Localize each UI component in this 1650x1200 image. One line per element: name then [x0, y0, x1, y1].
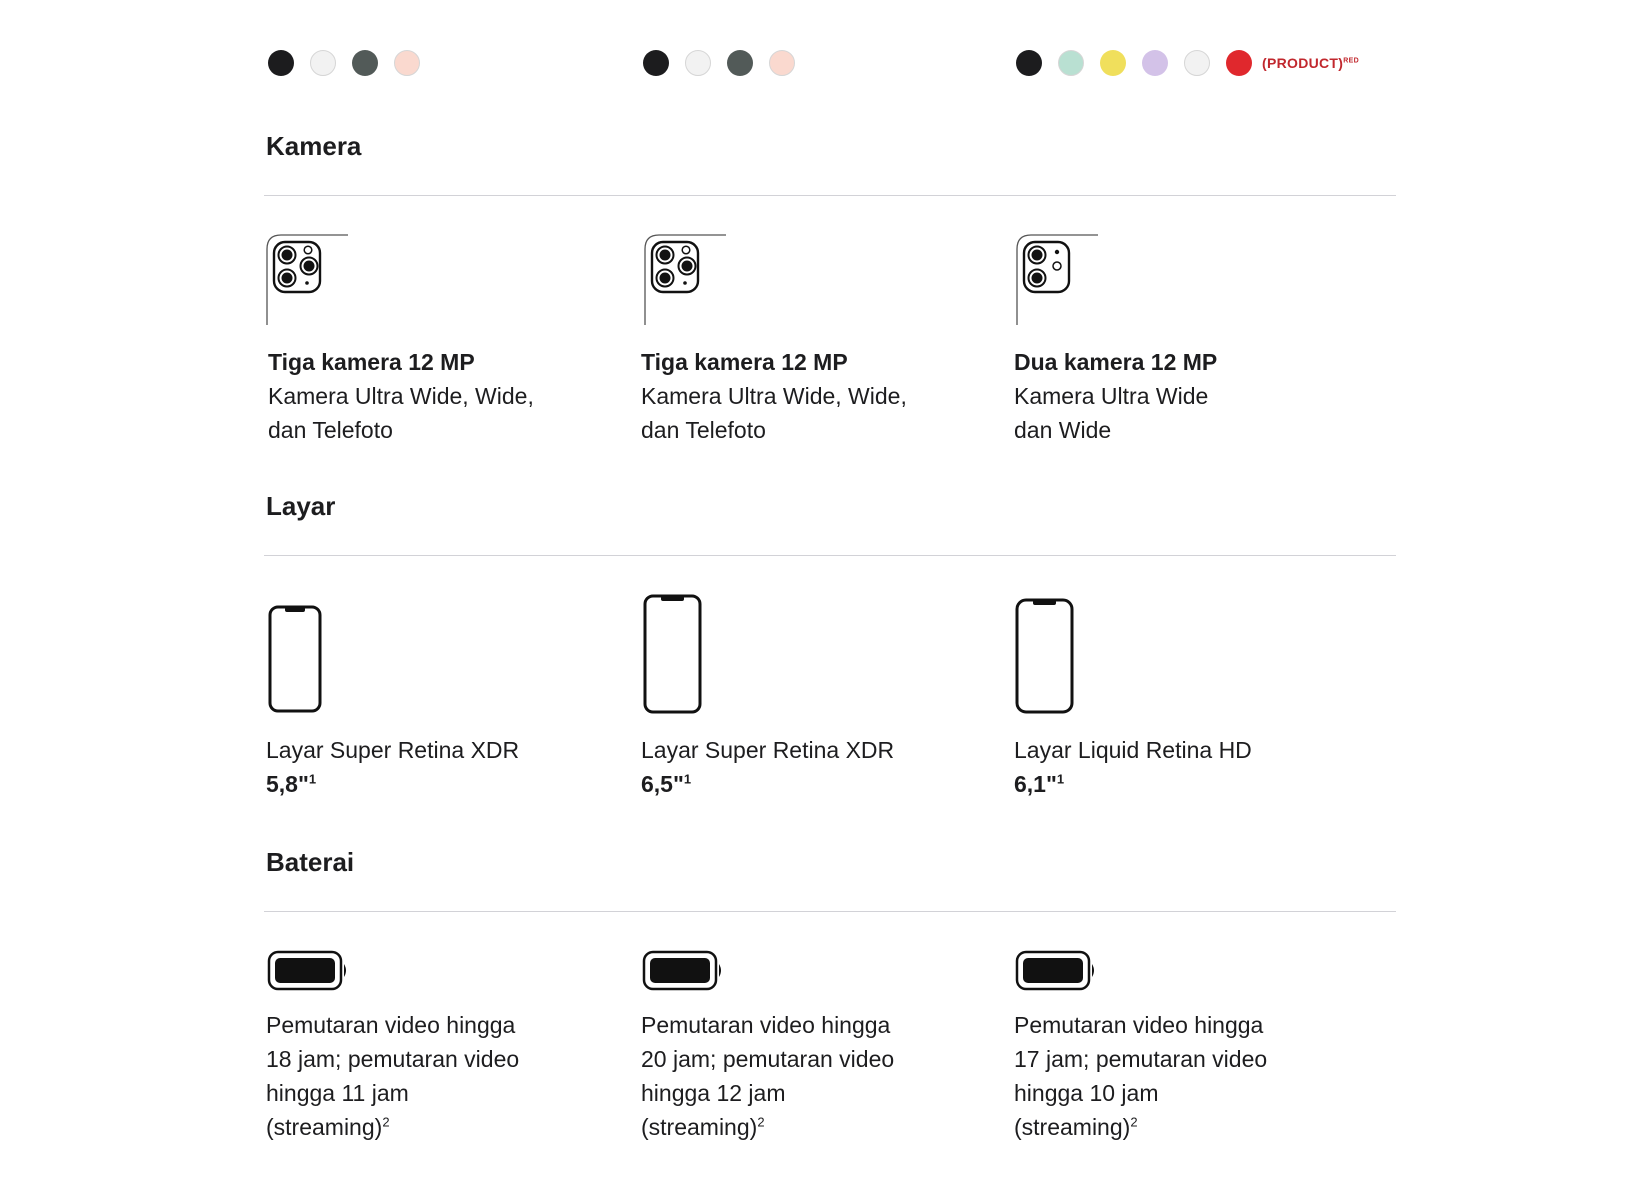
section-divider: [264, 555, 1396, 556]
battery-spec-line: hingga 12 jam: [641, 1080, 786, 1106]
battery-spec-line: (streaming): [641, 1114, 758, 1140]
footnote-ref[interactable]: 1: [684, 771, 691, 786]
battery-spec-line: (streaming): [266, 1114, 383, 1140]
battery-spec-line: Pemutaran video hingga: [266, 1012, 516, 1038]
battery-spec-line: 17 jam; pemutaran video: [1014, 1046, 1268, 1072]
display-spec-model-3: Layar Liquid Retina HD 6,1"1: [1014, 733, 1252, 801]
battery-spec-model-1: Pemutaran video hingga 18 jam; pemutaran…: [266, 1008, 519, 1144]
camera-spec-title: Dua kamera 12 MP: [1014, 349, 1218, 375]
display-size: 6,1": [1014, 771, 1057, 797]
camera-spec-model-3: Dua kamera 12 MP Kamera Ultra Wide dan W…: [1014, 345, 1217, 447]
display-size: 5,8": [266, 771, 309, 797]
display-name: Layar Super Retina XDR: [641, 737, 895, 763]
product-red-logo: (PRODUCT)RED: [1262, 55, 1359, 71]
color-swatch[interactable]: [310, 50, 336, 76]
display-name: Layar Super Retina XDR: [266, 737, 520, 763]
color-swatch[interactable]: [1142, 50, 1168, 76]
display-size: 6,5": [641, 771, 684, 797]
section-divider: [264, 911, 1396, 912]
color-swatch[interactable]: [685, 50, 711, 76]
camera-spec-desc: Kamera Ultra Wide: [1014, 383, 1209, 409]
phone-display-icon: [268, 605, 324, 720]
footnote-ref[interactable]: 2: [382, 1114, 389, 1129]
color-swatches-model-2: [643, 50, 811, 76]
section-divider: [264, 195, 1396, 196]
camera-spec-title: Tiga kamera 12 MP: [268, 349, 475, 375]
triple-camera-icon: [266, 233, 356, 330]
camera-spec-desc: Kamera Ultra Wide, Wide,: [268, 383, 534, 409]
product-red-sup: RED: [1343, 57, 1359, 65]
color-swatch[interactable]: [769, 50, 795, 76]
battery-spec-line: (streaming): [1014, 1114, 1131, 1140]
footnote-ref[interactable]: 2: [1130, 1114, 1137, 1129]
battery-spec-line: Pemutaran video hingga: [641, 1012, 891, 1038]
color-swatch[interactable]: [268, 50, 294, 76]
display-name: Layar Liquid Retina HD: [1014, 737, 1252, 763]
phone-display-icon: [643, 594, 703, 721]
phone-display-icon: [1015, 597, 1075, 720]
display-spec-model-2: Layar Super Retina XDR 6,5"1: [641, 733, 894, 801]
battery-spec-line: Pemutaran video hingga: [1014, 1012, 1264, 1038]
color-swatch[interactable]: [1100, 50, 1126, 76]
camera-spec-desc: dan Wide: [1014, 417, 1112, 443]
color-swatch[interactable]: [1184, 50, 1210, 76]
color-swatch[interactable]: [1016, 50, 1042, 76]
battery-icon: [1015, 950, 1097, 997]
comparison-page: (PRODUCT)RED Kamera Tiga kamera 12 MP Ka…: [0, 0, 1650, 1200]
battery-spec-line: 20 jam; pemutaran video: [641, 1046, 895, 1072]
battery-spec-line: hingga 11 jam: [266, 1080, 409, 1106]
camera-spec-model-1: Tiga kamera 12 MP Kamera Ultra Wide, Wid…: [268, 345, 534, 447]
camera-spec-desc: dan Telefoto: [268, 417, 393, 443]
camera-spec-desc: Kamera Ultra Wide, Wide,: [641, 383, 907, 409]
camera-spec-title: Tiga kamera 12 MP: [641, 349, 848, 375]
footnote-ref[interactable]: 2: [757, 1114, 764, 1129]
battery-icon: [267, 950, 349, 997]
color-swatch[interactable]: [727, 50, 753, 76]
dual-camera-icon: [1016, 233, 1106, 330]
color-swatch[interactable]: [1058, 50, 1084, 76]
color-swatch[interactable]: [1226, 50, 1252, 76]
footnote-ref[interactable]: 1: [309, 771, 316, 786]
section-title-battery: Baterai: [266, 847, 355, 877]
battery-spec-line: hingga 10 jam: [1014, 1080, 1159, 1106]
section-title-camera: Kamera: [266, 131, 362, 161]
color-swatch[interactable]: [394, 50, 420, 76]
battery-spec-model-2: Pemutaran video hingga 20 jam; pemutaran…: [641, 1008, 894, 1144]
camera-spec-model-2: Tiga kamera 12 MP Kamera Ultra Wide, Wid…: [641, 345, 907, 447]
battery-spec-model-3: Pemutaran video hingga 17 jam; pemutaran…: [1014, 1008, 1267, 1144]
color-swatch[interactable]: [352, 50, 378, 76]
color-swatches-model-1: [268, 50, 436, 76]
triple-camera-icon: [644, 233, 734, 330]
product-red-label: (PRODUCT): [1262, 55, 1344, 71]
section-title-display: Layar: [266, 491, 336, 521]
color-swatches-model-3: (PRODUCT)RED: [1016, 50, 1359, 76]
battery-icon: [642, 950, 724, 997]
battery-spec-line: 18 jam; pemutaran video: [266, 1046, 520, 1072]
color-swatch[interactable]: [643, 50, 669, 76]
footnote-ref[interactable]: 1: [1057, 771, 1064, 786]
display-spec-model-1: Layar Super Retina XDR 5,8"1: [266, 733, 519, 801]
camera-spec-desc: dan Telefoto: [641, 417, 766, 443]
